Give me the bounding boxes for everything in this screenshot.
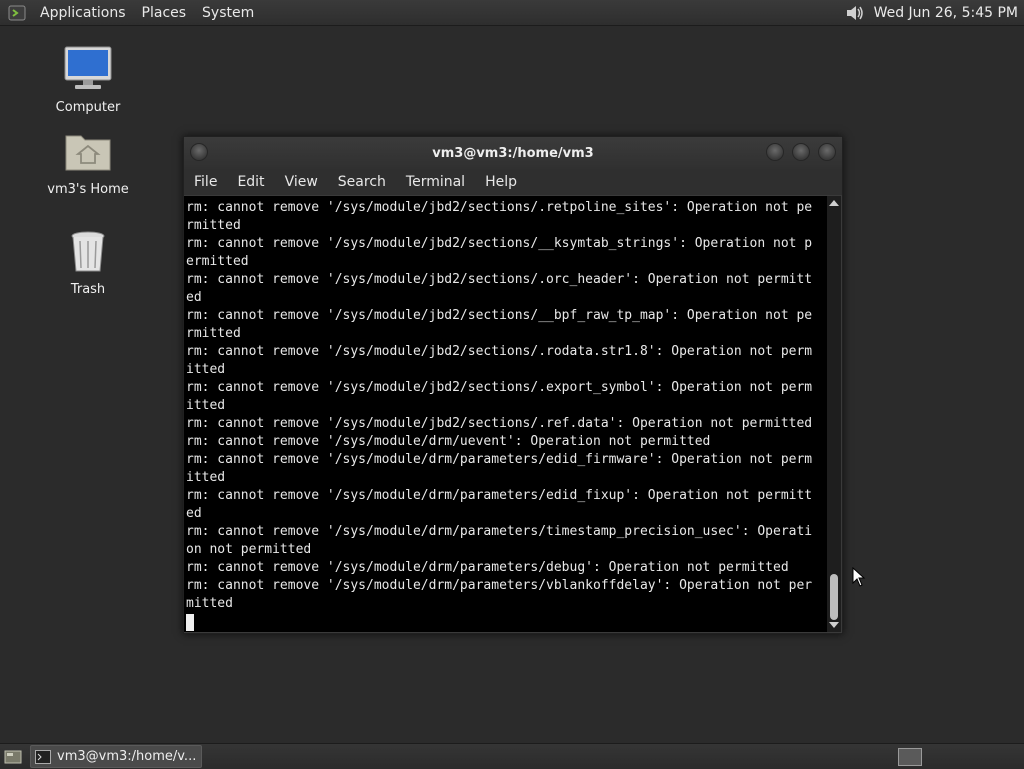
- terminal-line: ed: [186, 506, 202, 521]
- clock[interactable]: Wed Jun 26, 5:45 PM: [874, 5, 1018, 21]
- menu-view[interactable]: View: [275, 174, 328, 190]
- terminal-line: rm: cannot remove '/sys/module/jbd2/sect…: [186, 344, 813, 359]
- terminal-line: rmitted: [186, 326, 241, 341]
- desktop-icon-label: Computer: [55, 100, 121, 115]
- terminal-line: on not permitted: [186, 542, 312, 557]
- applications-logo-icon[interactable]: [8, 4, 26, 22]
- maximize-button[interactable]: [792, 143, 810, 161]
- terminal-line: rm: cannot remove '/sys/module/drm/param…: [186, 560, 789, 575]
- menu-edit[interactable]: Edit: [227, 174, 274, 190]
- text-cursor: [186, 614, 194, 631]
- prompt-line: [184, 613, 827, 632]
- scroll-down-arrow-icon[interactable]: [829, 622, 839, 628]
- terminal-line: ed: [186, 290, 202, 305]
- terminal-line: mitted: [186, 596, 233, 611]
- desktop-icon-trash[interactable]: Trash: [38, 226, 138, 297]
- terminal-line: itted: [186, 362, 226, 377]
- desktop-icon-computer[interactable]: Computer: [38, 44, 138, 115]
- terminal-lines: rm: cannot remove '/sys/module/jbd2/sect…: [184, 196, 827, 613]
- scrollbar-thumb[interactable]: [830, 574, 838, 620]
- close-button[interactable]: [818, 143, 836, 161]
- terminal-line: rm: cannot remove '/sys/module/drm/param…: [186, 452, 813, 467]
- bottom-panel: vm3@vm3:/home/v...: [0, 743, 1024, 769]
- vertical-scrollbar[interactable]: [827, 196, 841, 632]
- terminal-line: rm: cannot remove '/sys/module/jbd2/sect…: [186, 272, 813, 287]
- desktop-icon-label: vm3's Home: [47, 182, 129, 197]
- menu-search[interactable]: Search: [328, 174, 396, 190]
- menu-places[interactable]: Places: [134, 5, 195, 21]
- terminal-line: rmitted: [186, 218, 241, 233]
- menu-help[interactable]: Help: [475, 174, 527, 190]
- terminal-line: rm: cannot remove '/sys/module/jbd2/sect…: [186, 416, 813, 431]
- home-folder-icon: [65, 135, 111, 171]
- title-bar[interactable]: vm3@vm3:/home/vm3: [184, 137, 842, 169]
- menu-file[interactable]: File: [184, 174, 227, 190]
- trash-icon: [71, 231, 105, 272]
- terminal-icon: [35, 749, 51, 764]
- menu-terminal[interactable]: Terminal: [396, 174, 475, 190]
- window-menu-button[interactable]: [190, 143, 208, 161]
- terminal-line: rm: cannot remove '/sys/module/jbd2/sect…: [186, 200, 813, 215]
- menu-applications[interactable]: Applications: [32, 5, 134, 21]
- scroll-up-arrow-icon[interactable]: [829, 200, 839, 206]
- top-panel: Applications Places System Wed Jun 26, 5…: [0, 0, 1024, 26]
- terminal-line: itted: [186, 470, 226, 485]
- show-desktop-icon[interactable]: [4, 749, 22, 765]
- taskbar-button-label: vm3@vm3:/home/v...: [57, 749, 197, 764]
- terminal-window: vm3@vm3:/home/vm3 File Edit View Search …: [183, 136, 843, 634]
- terminal-menubar: File Edit View Search Terminal Help: [184, 169, 842, 195]
- window-title: vm3@vm3:/home/vm3: [432, 145, 594, 161]
- terminal-line: rm: cannot remove '/sys/module/drm/param…: [186, 488, 813, 503]
- volume-icon[interactable]: [844, 2, 866, 24]
- terminal-line: rm: cannot remove '/sys/module/drm/param…: [186, 524, 813, 539]
- terminal-line: itted: [186, 398, 226, 413]
- computer-icon: [64, 46, 112, 89]
- terminal-line: rm: cannot remove '/sys/module/jbd2/sect…: [186, 236, 813, 251]
- mouse-pointer-icon: [852, 567, 866, 587]
- terminal-line: rm: cannot remove '/sys/module/jbd2/sect…: [186, 380, 813, 395]
- terminal-line: rm: cannot remove '/sys/module/drm/ueven…: [186, 434, 711, 449]
- desktop-icon-home[interactable]: vm3's Home: [38, 126, 138, 197]
- taskbar-button-terminal[interactable]: vm3@vm3:/home/v...: [30, 745, 202, 768]
- menu-system[interactable]: System: [194, 5, 262, 21]
- top-panel-tray: Wed Jun 26, 5:45 PM: [844, 2, 1024, 24]
- terminal-output[interactable]: rm: cannot remove '/sys/module/jbd2/sect…: [184, 196, 827, 632]
- terminal-line: rm: cannot remove '/sys/module/drm/param…: [186, 578, 813, 593]
- terminal-line: ermitted: [186, 254, 249, 269]
- workspace-switcher[interactable]: [898, 748, 922, 766]
- terminal-line: rm: cannot remove '/sys/module/jbd2/sect…: [186, 308, 813, 323]
- minimize-button[interactable]: [766, 143, 784, 161]
- desktop-icon-label: Trash: [70, 282, 106, 297]
